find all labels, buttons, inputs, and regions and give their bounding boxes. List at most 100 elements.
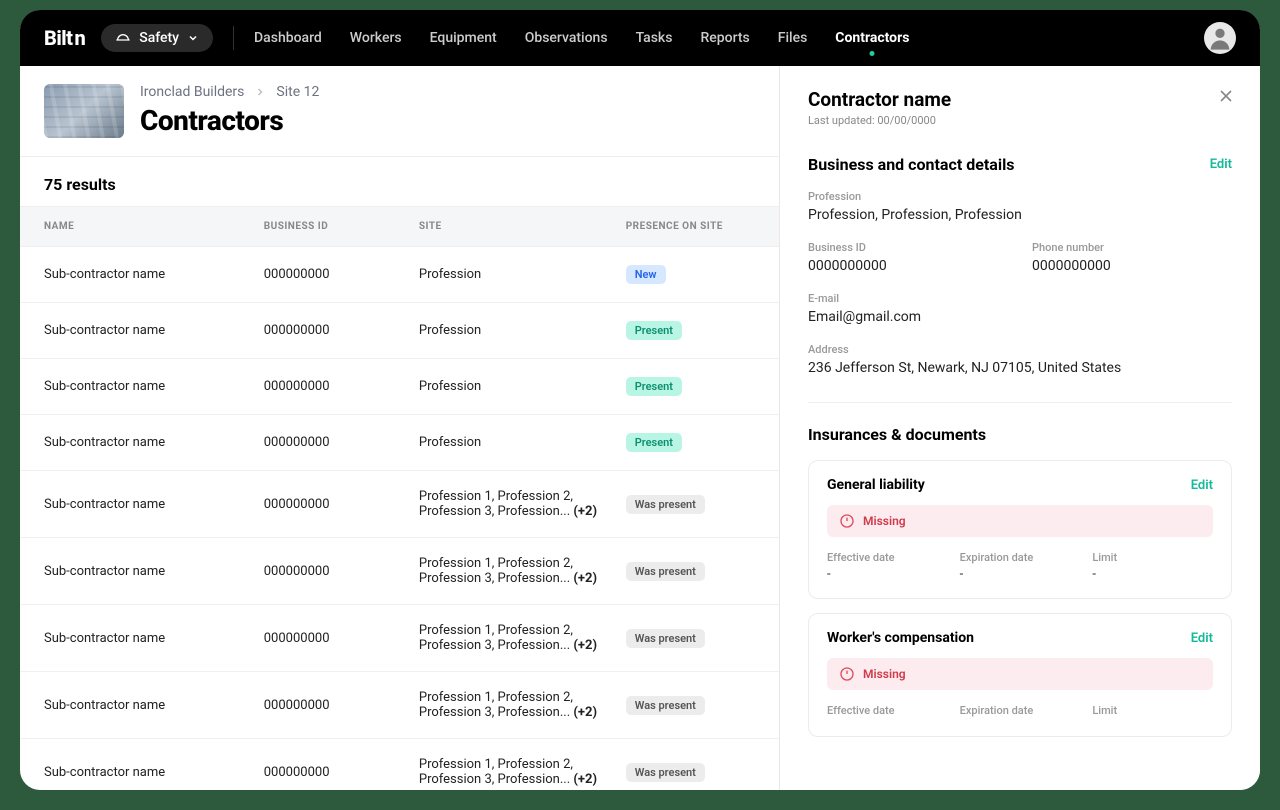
table-row[interactable]: Sub-contractor name 000000000 Profession… <box>20 739 779 790</box>
table-row[interactable]: Sub-contractor name 000000000 Profession… <box>20 471 779 538</box>
email-value: Email@gmail.com <box>808 309 1232 325</box>
cell-business-id: 000000000 <box>264 267 419 282</box>
cell-name: Sub-contractor name <box>44 765 264 780</box>
cell-name: Sub-contractor name <box>44 435 264 450</box>
table-row[interactable]: Sub-contractor name 000000000 Profession… <box>20 605 779 672</box>
panel-title: Contractor name <box>808 88 1232 111</box>
presence-badge: Was present <box>626 495 705 514</box>
user-avatar[interactable] <box>1204 22 1236 54</box>
cell-site: Profession 1, Profession 2, Profession 3… <box>419 556 626 586</box>
cell-presence: Present <box>626 377 755 396</box>
cell-name: Sub-contractor name <box>44 323 264 338</box>
breadcrumb-site[interactable]: Site 12 <box>276 84 319 100</box>
nav-link-reports[interactable]: Reports <box>700 12 749 64</box>
cell-presence: Present <box>626 433 755 452</box>
cell-site: Profession <box>419 323 626 338</box>
table-row[interactable]: Sub-contractor name 000000000 Profession… <box>20 247 779 303</box>
table-row[interactable]: Sub-contractor name 000000000 Profession… <box>20 303 779 359</box>
contractors-table: NAME BUSINESS ID SITE PRESENCE ON SITE S… <box>20 206 779 790</box>
cell-presence: Present <box>626 321 755 340</box>
section-insurance-title: Insurances & documents <box>808 425 986 444</box>
nav-links: Dashboard Workers Equipment Observations Tas… <box>254 12 909 64</box>
cell-site: Profession 1, Profession 2, Profession 3… <box>419 757 626 787</box>
avatar-icon <box>1206 24 1234 52</box>
nav-link-observations[interactable]: Observations <box>525 12 608 64</box>
phone-label: Phone number <box>1032 241 1232 254</box>
business-id-label: Business ID <box>808 241 1008 254</box>
cell-name: Sub-contractor name <box>44 698 264 713</box>
table-row[interactable]: Sub-contractor name 000000000 Profession… <box>20 359 779 415</box>
limit-label: Limit <box>1092 704 1213 717</box>
safety-dropdown[interactable]: Safety <box>101 24 213 52</box>
business-id-value: 0000000000 <box>808 258 1008 274</box>
col-site: SITE <box>419 221 626 232</box>
brand-text-1: Bilt <box>44 26 72 50</box>
nav-link-dashboard[interactable]: Dashboard <box>254 12 322 64</box>
cell-name: Sub-contractor name <box>44 497 264 512</box>
effective-label: Effective date <box>827 704 948 717</box>
address-label: Address <box>808 343 1232 356</box>
close-icon <box>1216 86 1236 106</box>
cell-presence: Was present <box>626 562 755 581</box>
main-content: Ironclad Builders Site 12 Contractors 75… <box>20 66 780 790</box>
divider <box>808 402 1232 403</box>
close-panel-button[interactable] <box>1216 86 1236 110</box>
table-row[interactable]: Sub-contractor name 000000000 Profession… <box>20 538 779 605</box>
insurance-title: Worker's compensation <box>827 630 974 646</box>
presence-badge: Present <box>626 321 682 340</box>
edit-insurance-button[interactable]: Edit <box>1191 631 1213 646</box>
table-row[interactable]: Sub-contractor name 000000000 Profession… <box>20 672 779 739</box>
edit-business-button[interactable]: Edit <box>1210 157 1232 172</box>
cell-site: Profession 1, Profession 2, Profession 3… <box>419 690 626 720</box>
cell-site: Profession 1, Profession 2, Profession 3… <box>419 623 626 653</box>
insurance-title: General liability <box>827 477 925 493</box>
nav-link-contractors[interactable]: Contractors <box>835 12 909 64</box>
table-row[interactable]: Sub-contractor name 000000000 Profession… <box>20 415 779 471</box>
breadcrumb: Ironclad Builders Site 12 <box>140 84 319 100</box>
cell-presence: Was present <box>626 629 755 648</box>
cell-business-id: 000000000 <box>264 631 419 646</box>
section-business-title: Business and contact details <box>808 155 1015 174</box>
cell-presence: Was present <box>626 495 755 514</box>
address-value: 236 Jefferson St, Newark, NJ 07105, Unit… <box>808 360 1232 376</box>
phone-value: 0000000000 <box>1032 258 1232 274</box>
missing-banner: Missing <box>827 505 1213 537</box>
presence-badge: Present <box>626 377 682 396</box>
email-label: E-mail <box>808 292 1232 305</box>
cell-name: Sub-contractor name <box>44 379 264 394</box>
cell-business-id: 000000000 <box>264 564 419 579</box>
nav-divider <box>233 26 234 50</box>
alert-icon <box>839 513 855 529</box>
breadcrumb-org[interactable]: Ironclad Builders <box>140 84 244 100</box>
brand-text-2: n <box>74 26 85 50</box>
project-thumbnail[interactable] <box>44 84 124 138</box>
cell-business-id: 000000000 <box>264 379 419 394</box>
cell-site: Profession 1, Profession 2, Profession 3… <box>419 489 626 519</box>
edit-insurance-button[interactable]: Edit <box>1191 478 1213 493</box>
nav-link-workers[interactable]: Workers <box>350 12 402 64</box>
results-count: 75 results <box>20 157 779 206</box>
expiration-value: - <box>960 567 1081 582</box>
effective-value: - <box>827 567 948 582</box>
nav-link-tasks[interactable]: Tasks <box>636 12 673 64</box>
safety-label: Safety <box>139 30 179 46</box>
presence-badge: New <box>626 265 666 284</box>
page-header: Ironclad Builders Site 12 Contractors <box>20 66 779 157</box>
nav-link-files[interactable]: Files <box>778 12 808 64</box>
brand-logo[interactable]: Bilt n <box>44 26 85 50</box>
cell-business-id: 000000000 <box>264 435 419 450</box>
col-presence: PRESENCE ON SITE <box>626 221 755 232</box>
cell-business-id: 000000000 <box>264 497 419 512</box>
cell-name: Sub-contractor name <box>44 267 264 282</box>
cell-site: Profession <box>419 267 626 282</box>
limit-label: Limit <box>1092 551 1213 564</box>
cell-business-id: 000000000 <box>264 698 419 713</box>
cell-business-id: 000000000 <box>264 765 419 780</box>
nav-link-equipment[interactable]: Equipment <box>430 12 497 64</box>
cell-name: Sub-contractor name <box>44 631 264 646</box>
missing-banner: Missing <box>827 658 1213 690</box>
col-business-id: BUSINESS ID <box>264 221 419 232</box>
cell-business-id: 000000000 <box>264 323 419 338</box>
expiration-label: Expiration date <box>960 704 1081 717</box>
missing-text: Missing <box>863 514 906 528</box>
